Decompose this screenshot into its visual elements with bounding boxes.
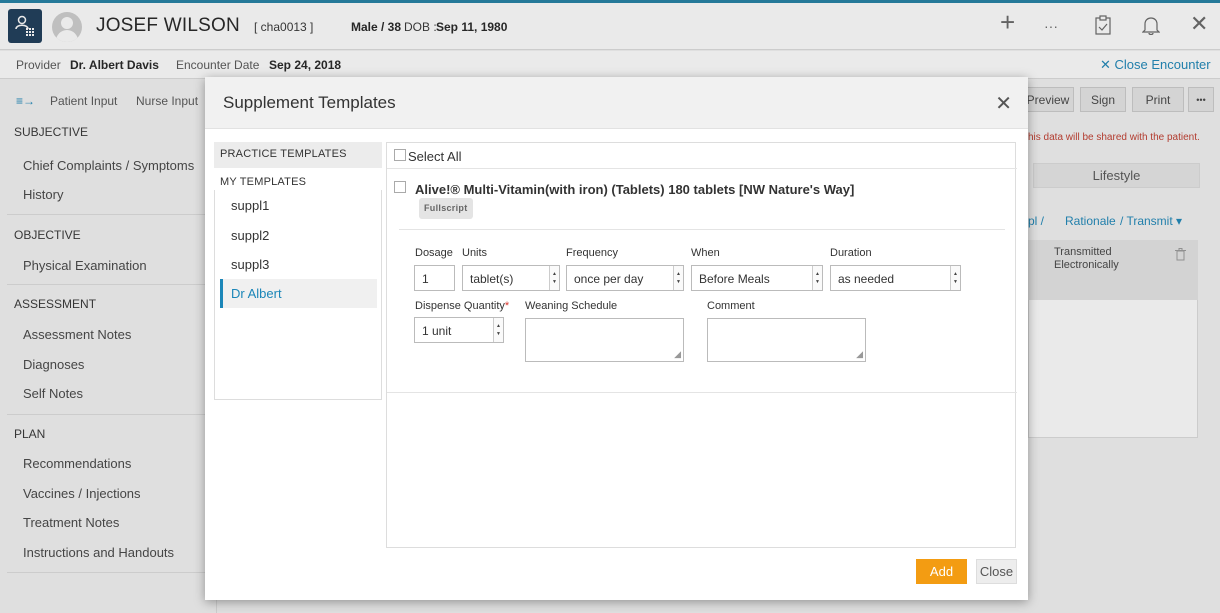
dialog-header: Supplement Templates ✕	[205, 77, 1028, 129]
units-label: Units	[462, 247, 488, 259]
divider	[387, 392, 1017, 393]
select-all-checkbox[interactable]	[394, 149, 406, 161]
dispense-quantity-label: Dispense Quantity*	[415, 300, 509, 312]
duration-value: as needed	[838, 272, 895, 286]
chevron-down-icon: ▲ ▼	[549, 266, 559, 290]
chevron-down-icon: ▲ ▼	[673, 266, 683, 290]
dialog-close-icon[interactable]: ✕	[995, 91, 1012, 116]
weaning-schedule-label: Weaning Schedule	[525, 300, 618, 312]
add-button[interactable]: Add	[916, 559, 967, 584]
close-button[interactable]: Close	[976, 559, 1017, 584]
my-templates-header: MY TEMPLATES	[220, 176, 307, 188]
dispense-quantity-text: Dispense Quantity	[415, 300, 505, 312]
supplement-templates-dialog: Supplement Templates ✕ PRACTICE TEMPLATE…	[205, 77, 1028, 600]
when-label: When	[691, 247, 720, 259]
product-checkbox[interactable]	[394, 181, 406, 193]
dosage-label: Dosage	[415, 247, 453, 259]
frequency-select[interactable]: once per day ▲ ▼	[566, 265, 684, 291]
template-item-suppl2[interactable]: suppl2	[220, 221, 377, 250]
duration-label: Duration	[830, 247, 872, 259]
select-all-label[interactable]: Select All	[408, 149, 461, 164]
product-name: Alive!® Multi-Vitamin(with iron) (Tablet…	[415, 182, 855, 197]
templates-panel: PRACTICE TEMPLATES MY TEMPLATES suppl1 s…	[214, 142, 382, 400]
required-mark: *	[504, 300, 510, 312]
frequency-label: Frequency	[566, 247, 618, 259]
comment-label: Comment	[707, 300, 755, 312]
chevron-down-icon: ▲ ▼	[493, 318, 503, 342]
chevron-down-icon: ▲ ▼	[812, 266, 822, 290]
divider	[399, 229, 1005, 230]
dispense-quantity-value: 1 unit	[422, 324, 452, 338]
when-value: Before Meals	[699, 272, 770, 286]
weaning-schedule-textarea[interactable]: ◢	[525, 318, 684, 362]
practice-templates-header[interactable]: PRACTICE TEMPLATES	[214, 142, 382, 168]
divider	[387, 168, 1017, 169]
comment-textarea[interactable]: ◢	[707, 318, 866, 362]
resize-handle-icon[interactable]: ◢	[856, 349, 863, 360]
my-templates-list: suppl1 suppl2 suppl3 Dr Albert	[214, 190, 382, 400]
when-select[interactable]: Before Meals ▲ ▼	[691, 265, 823, 291]
template-item-dr-albert[interactable]: Dr Albert	[220, 279, 377, 308]
template-item-suppl3[interactable]: suppl3	[220, 250, 377, 279]
dialog-title: Supplement Templates	[223, 93, 396, 112]
chevron-down-icon: ▲ ▼	[950, 266, 960, 290]
dosage-input[interactable]: 1	[414, 265, 455, 291]
template-item-suppl1[interactable]: suppl1	[220, 191, 377, 220]
frequency-value: once per day	[574, 272, 644, 286]
product-row: Alive!® Multi-Vitamin(with iron) (Tablet…	[415, 181, 865, 219]
units-value: tablet(s)	[470, 272, 514, 286]
resize-handle-icon[interactable]: ◢	[674, 349, 681, 360]
dispense-quantity-select[interactable]: 1 unit ▲ ▼	[414, 317, 504, 343]
duration-select[interactable]: as needed ▲ ▼	[830, 265, 961, 291]
template-content: Select All Alive!® Multi-Vitamin(with ir…	[386, 142, 1017, 548]
units-select[interactable]: tablet(s) ▲ ▼	[462, 265, 560, 291]
fullscript-badge: Fullscript	[419, 198, 473, 219]
